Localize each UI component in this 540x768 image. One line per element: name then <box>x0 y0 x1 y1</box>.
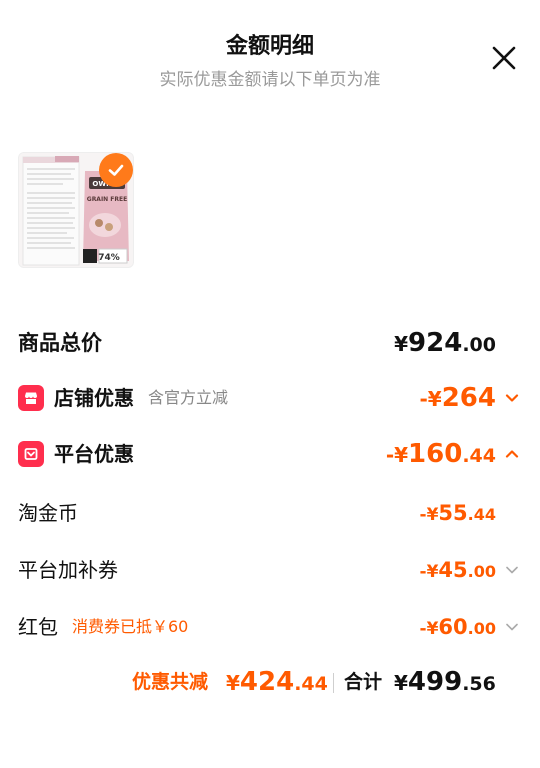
grand-total-amount: ¥499.56 <box>394 667 496 697</box>
chevron-down-icon[interactable] <box>504 390 520 406</box>
product-pack-text: GRAIN FREE <box>87 196 127 203</box>
total-discount-label: 优惠共减 <box>132 671 209 693</box>
total-price-amount: ¥924.00 <box>394 328 496 358</box>
grand-total-label: 合计 <box>344 671 383 693</box>
product-percent-text: 74% <box>98 253 120 263</box>
sheet-subtitle: 实际优惠金额请以下单页为准 <box>159 70 381 90</box>
row-platform-coupon[interactable]: 平台加补券 -¥45.00 <box>18 550 522 590</box>
chevron-down-icon[interactable] <box>504 619 520 635</box>
row-total-price: 商品总价 ¥924.00 <box>18 323 522 363</box>
platform-discount-label: 平台优惠 <box>54 442 134 466</box>
amount-detail-sheet: 金额明细 实际优惠金额请以下单页为准 OWNAT GRAI <box>0 0 540 768</box>
store-icon <box>18 385 44 411</box>
platform-coupon-label: 平台加补券 <box>18 558 118 582</box>
gift-icon <box>18 441 44 467</box>
row-platform-discount[interactable]: 平台优惠 -¥160.44 <box>18 434 522 474</box>
row-store-discount[interactable]: 店铺优惠 含官方立减 -¥264 <box>18 378 522 418</box>
store-discount-amount: -¥264 <box>419 383 497 413</box>
red-packet-note: 消费券已抵￥60 <box>72 617 189 636</box>
sheet-title: 金额明细 <box>225 34 314 59</box>
taojinbi-amount: -¥55.44 <box>419 501 496 525</box>
chevron-down-icon[interactable] <box>504 562 520 578</box>
close-icon[interactable] <box>488 42 520 74</box>
check-icon[interactable] <box>99 153 133 187</box>
total-price-label: 商品总价 <box>18 331 102 355</box>
row-taojinbi: 淘金币 -¥55.44 <box>18 493 522 533</box>
row-red-packet[interactable]: 红包 消费券已抵￥60 -¥60.00 <box>18 607 522 647</box>
store-discount-label: 店铺优惠 <box>54 386 134 410</box>
chevron-up-icon[interactable] <box>504 446 520 462</box>
taojinbi-label: 淘金币 <box>18 501 78 525</box>
store-discount-hint: 含官方立减 <box>148 388 229 407</box>
total-discount-amount: ¥424.44 <box>226 667 328 697</box>
red-packet-label: 红包 <box>18 615 58 639</box>
platform-coupon-amount: -¥45.00 <box>419 558 496 582</box>
summary-divider <box>333 673 334 693</box>
red-packet-amount: -¥60.00 <box>419 615 496 639</box>
summary-bar: 优惠共减 ¥424.44 合计 ¥499.56 <box>0 660 540 704</box>
platform-discount-amount: -¥160.44 <box>385 439 496 469</box>
